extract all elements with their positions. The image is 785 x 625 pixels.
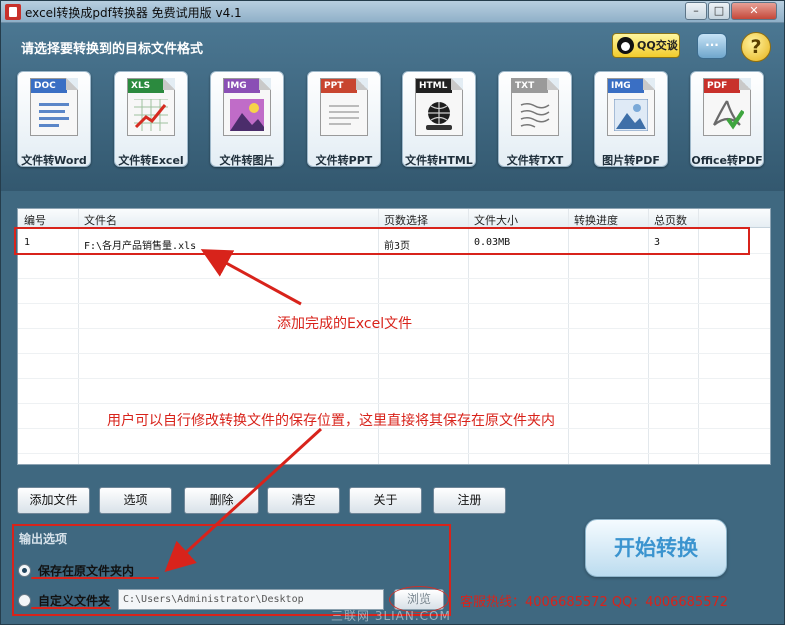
format-tile-label: 文件转Word bbox=[21, 154, 87, 167]
format-tile-img-6[interactable]: IMG 图片转PDF bbox=[594, 71, 668, 167]
format-tile-txt-5[interactable]: TXT 文件转TXT bbox=[498, 71, 572, 167]
clear-button[interactable]: 清空 bbox=[267, 487, 340, 514]
column-header-progress[interactable]: 转换进度 bbox=[574, 212, 618, 228]
message-bubble-button[interactable]: ··· bbox=[697, 33, 727, 59]
format-tile-doc-0[interactable]: DOC 文件转Word bbox=[17, 71, 91, 167]
help-button[interactable]: ? bbox=[741, 32, 771, 62]
excel-chart-icon: XLS bbox=[127, 78, 175, 136]
qq-chat-label: QQ交谈 bbox=[637, 39, 678, 52]
format-tile-xls-1[interactable]: XLS 文件转Excel bbox=[114, 71, 188, 167]
format-badge: IMG bbox=[224, 79, 260, 93]
save-location-annotation: 用户可以自行修改转换文件的保存位置，这里直接将其保存在原文件夹内 bbox=[107, 413, 555, 429]
format-header: 请选择要转换到的目标文件格式 QQ交谈 ··· ? DOC 文件转Word XLS 文… bbox=[1, 23, 784, 191]
format-badge: PPT bbox=[321, 79, 357, 93]
format-tile-label: 文件转Excel bbox=[118, 154, 184, 167]
format-tile-label: 文件转TXT bbox=[506, 154, 564, 167]
row-divider bbox=[18, 353, 770, 354]
format-tile-pdf-7[interactable]: PDF Office转PDF bbox=[690, 71, 764, 167]
word-doc-icon: DOC bbox=[30, 78, 78, 136]
start-convert-button[interactable]: 开始转换 bbox=[585, 519, 727, 577]
format-badge: DOC bbox=[31, 79, 67, 93]
delete-button[interactable]: 删除 bbox=[184, 487, 259, 514]
about-button[interactable]: 关于 bbox=[349, 487, 422, 514]
row-divider bbox=[18, 303, 770, 304]
format-tile-label: 文件转HTML bbox=[405, 154, 473, 167]
maximize-button[interactable]: □ bbox=[708, 2, 730, 20]
add-file-button[interactable]: 添加文件 bbox=[17, 487, 90, 514]
format-tile-ppt-3[interactable]: PPT 文件转PPT bbox=[307, 71, 381, 167]
picture-icon: IMG bbox=[607, 78, 655, 136]
qq-penguin-icon bbox=[617, 37, 634, 54]
column-header-pages[interactable]: 页数选择 bbox=[384, 212, 428, 228]
text-doc-icon: TXT bbox=[511, 78, 559, 136]
options-button[interactable]: 选项 bbox=[99, 487, 172, 514]
column-header-size[interactable]: 文件大小 bbox=[474, 212, 518, 228]
format-tile-label: 文件转图片 bbox=[219, 154, 275, 167]
title-bar[interactable]: excel转换成pdf转换器 免费试用版 v4.1 – □ ✕ bbox=[1, 1, 784, 23]
minimize-button[interactable]: – bbox=[685, 2, 707, 20]
column-header-total-pages[interactable]: 总页数 bbox=[654, 212, 687, 228]
format-badge: HTML bbox=[416, 79, 452, 93]
format-prompt: 请选择要转换到的目标文件格式 bbox=[21, 42, 204, 57]
file-row-highlight bbox=[14, 227, 750, 255]
save-original-underline bbox=[31, 577, 159, 579]
format-badge: PDF bbox=[704, 79, 740, 93]
row-divider bbox=[18, 453, 770, 454]
qq-chat-button[interactable]: QQ交谈 bbox=[612, 33, 680, 58]
row-divider bbox=[18, 378, 770, 379]
image-icon: IMG bbox=[223, 78, 271, 136]
powerpoint-icon: PPT bbox=[320, 78, 368, 136]
pdf-icon: PDF bbox=[703, 78, 751, 136]
format-tile-img-2[interactable]: IMG 文件转图片 bbox=[210, 71, 284, 167]
site-watermark: 三联网 3LIAN.COM bbox=[331, 609, 451, 623]
added-file-annotation: 添加完成的Excel文件 bbox=[277, 316, 413, 332]
format-tile-label: Office转PDF bbox=[691, 154, 763, 167]
format-badge: TXT bbox=[512, 79, 548, 93]
format-tile-html-4[interactable]: HTML 文件转HTML bbox=[402, 71, 476, 167]
app-pdf-icon bbox=[5, 4, 21, 20]
output-options-highlight bbox=[12, 524, 451, 616]
column-header-index[interactable]: 编号 bbox=[24, 212, 46, 228]
support-hotline: 客服热线：4006685572 QQ：4006685572 bbox=[460, 595, 729, 610]
format-tile-label: 图片转PDF bbox=[602, 154, 660, 167]
row-divider bbox=[18, 403, 770, 404]
format-badge: IMG bbox=[608, 79, 644, 93]
app-window: excel转换成pdf转换器 免费试用版 v4.1 – □ ✕ 请选择要转换到的… bbox=[0, 0, 785, 625]
html-globe-icon: HTML bbox=[415, 78, 463, 136]
format-badge: XLS bbox=[128, 79, 164, 93]
close-button[interactable]: ✕ bbox=[731, 2, 777, 20]
window-title: excel转换成pdf转换器 免费试用版 v4.1 bbox=[25, 6, 242, 20]
format-tile-label: 文件转PPT bbox=[315, 154, 373, 167]
register-button[interactable]: 注册 bbox=[433, 487, 506, 514]
custom-folder-underline bbox=[31, 607, 111, 609]
row-divider bbox=[18, 278, 770, 279]
column-header-filename[interactable]: 文件名 bbox=[84, 212, 117, 228]
table-header: 编号 文件名 页数选择 文件大小 转换进度 总页数 bbox=[18, 209, 770, 228]
